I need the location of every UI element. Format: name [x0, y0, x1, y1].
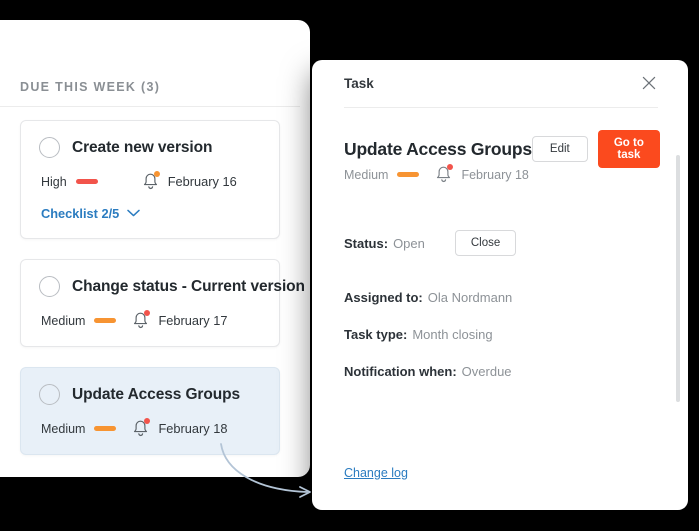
- field-row-assigned-to: Assigned to: Ola Nordmann: [344, 290, 658, 305]
- detail-field-list: Status: Open Close Assigned to: Ola Nord…: [344, 230, 658, 401]
- go-to-task-button[interactable]: Go to task: [598, 130, 660, 168]
- priority-indicator-bar: [94, 318, 116, 323]
- field-label: Task type:: [344, 327, 407, 342]
- field-value: Month closing: [412, 327, 492, 342]
- reminder-badge-dot: [154, 171, 160, 177]
- field-row-notification-when: Notification when: Overdue: [344, 364, 658, 379]
- header-divider: [0, 106, 300, 107]
- task-card-create-new-version[interactable]: Create new version High February 16: [20, 120, 280, 239]
- field-row-task-type: Task type: Month closing: [344, 327, 658, 342]
- reminder-bell-icon: [142, 172, 159, 191]
- detail-meta-row: Medium February 18: [344, 165, 529, 184]
- task-detail-panel: Task Update Access Groups Edit Go to tas…: [312, 60, 688, 510]
- detail-reminder-bell-icon: [435, 165, 452, 184]
- task-due-date: February 16: [168, 174, 237, 189]
- task-card-meta-row: High February 16: [39, 172, 261, 191]
- checklist-toggle-label[interactable]: Checklist 2/5: [41, 206, 119, 221]
- close-icon[interactable]: [640, 74, 658, 92]
- section-title: DUE THIS WEEK (3): [20, 80, 160, 94]
- task-due-date: February 17: [158, 313, 227, 328]
- field-label: Assigned to:: [344, 290, 423, 305]
- reminder-badge-dot: [144, 418, 150, 424]
- priority-label: High: [41, 175, 67, 189]
- task-list-panel: DUE THIS WEEK (3) Create new version Hig…: [0, 20, 310, 477]
- task-card-title: Change status - Current version: [72, 278, 305, 296]
- field-value: Open: [393, 236, 425, 251]
- app-stage: DUE THIS WEEK (3) Create new version Hig…: [0, 0, 699, 531]
- task-card-title: Create new version: [72, 139, 212, 157]
- field-value: Ola Nordmann: [428, 290, 513, 305]
- field-label: Notification when:: [344, 364, 457, 379]
- task-card-meta-row: Medium February 17: [39, 311, 261, 330]
- detail-task-title: Update Access Groups: [344, 139, 532, 160]
- task-complete-radio[interactable]: [39, 384, 60, 405]
- change-log-link[interactable]: Change log: [344, 466, 408, 480]
- field-spacer: [344, 278, 658, 290]
- field-row-status: Status: Open Close: [344, 230, 658, 256]
- reminder-bell-icon: [132, 419, 149, 438]
- task-card-change-status[interactable]: Change status - Current version Medium F…: [20, 259, 280, 347]
- reminder-badge-dot: [144, 310, 150, 316]
- detail-action-buttons: Edit Go to task: [532, 130, 660, 168]
- field-label: Status:: [344, 236, 388, 251]
- priority-indicator-bar: [94, 426, 116, 431]
- priority-indicator-bar: [76, 179, 98, 184]
- task-card-title-row: Create new version: [39, 137, 261, 158]
- detail-priority-indicator-bar: [397, 172, 419, 177]
- priority-label: Medium: [41, 314, 85, 328]
- edit-button[interactable]: Edit: [532, 136, 588, 162]
- task-complete-radio[interactable]: [39, 137, 60, 158]
- task-checklist-row[interactable]: Checklist 2/5: [39, 204, 261, 222]
- task-due-date: February 18: [158, 421, 227, 436]
- detail-panel-title: Task: [344, 76, 374, 91]
- detail-header-divider: [344, 107, 658, 108]
- reminder-bell-icon: [132, 311, 149, 330]
- detail-priority-label: Medium: [344, 168, 388, 182]
- task-card-update-access-groups[interactable]: Update Access Groups Medium February 18: [20, 367, 280, 455]
- detail-reminder-badge-dot: [447, 164, 453, 170]
- field-value: Overdue: [462, 364, 512, 379]
- detail-due-date: February 18: [461, 168, 528, 182]
- task-list: Create new version High February 16: [20, 120, 280, 475]
- detail-title-row: Update Access Groups Edit Go to task: [344, 130, 660, 168]
- task-complete-radio[interactable]: [39, 276, 60, 297]
- priority-label: Medium: [41, 422, 85, 436]
- chevron-down-icon[interactable]: [127, 204, 140, 222]
- detail-panel-header: Task: [312, 60, 688, 108]
- task-card-meta-row: Medium February 18: [39, 419, 261, 438]
- detail-scrollbar-thumb[interactable]: [676, 155, 680, 402]
- task-card-title-row: Change status - Current version: [39, 276, 261, 297]
- close-task-button[interactable]: Close: [455, 230, 516, 256]
- task-card-title-row: Update Access Groups: [39, 384, 261, 405]
- task-card-title: Update Access Groups: [72, 386, 240, 404]
